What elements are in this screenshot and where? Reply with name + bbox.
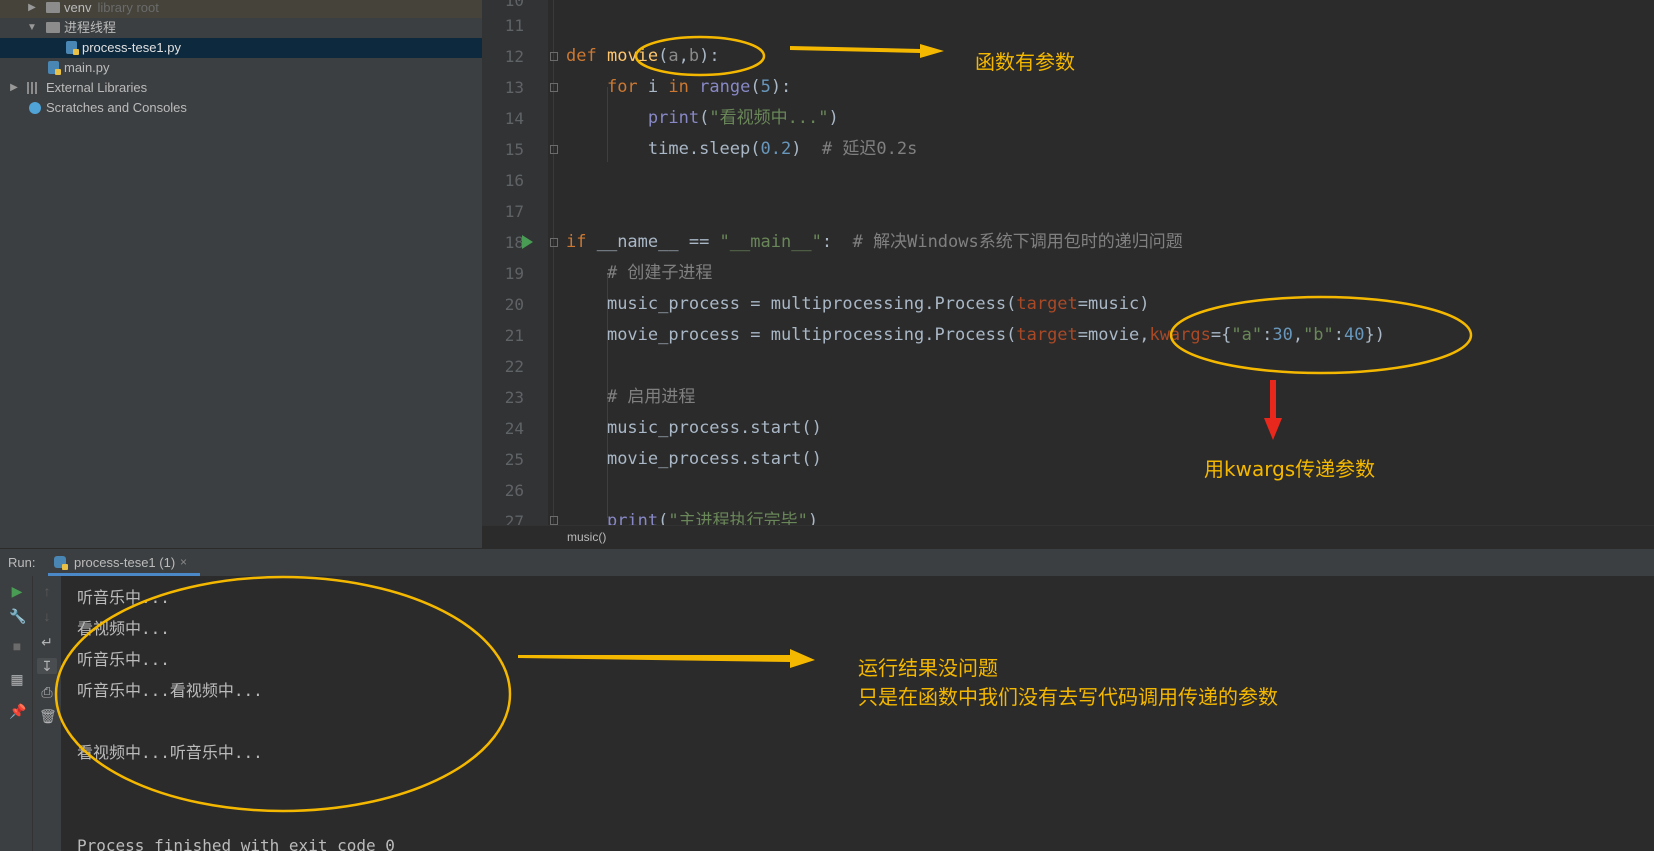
run-tab[interactable]: process-tese1 (1) × (48, 549, 200, 576)
tree-item-label: venv library root (64, 0, 159, 15)
folder-icon (46, 2, 60, 13)
trash-icon[interactable]: 🗑 (39, 708, 57, 724)
console-line: Process finished with exit code 0 (77, 836, 395, 851)
annotation-note: 只是在函数中我们没有去写代码调用传递的参数 (858, 685, 1278, 709)
pin-icon[interactable]: 📌 (9, 703, 26, 719)
code-editor[interactable]: 10 11 12 13 14 15 16 17 18 19 20 21 22 2… (482, 0, 1654, 525)
python-icon (54, 556, 68, 570)
code-line-27: print("主进程执行完毕") (606, 511, 819, 525)
editor-breadcrumb[interactable]: music() (482, 525, 1654, 549)
line-number: 12 (504, 47, 524, 66)
code-line-12: def movie(a,b): (566, 46, 720, 66)
soft-wrap-icon[interactable]: ↵ (39, 634, 55, 650)
line-number: 16 (504, 171, 524, 190)
scroll-to-end-icon[interactable]: ↧ (37, 658, 57, 674)
code-line-18: if __name__ == "__main__": # 解决Windows系统… (566, 232, 1183, 252)
code-line-20: music_process = multiprocessing.Process(… (606, 294, 1150, 314)
run-side-toolbar: ▶ 🔧 ■ ▦ 📌 (0, 576, 32, 851)
line-number: 26 (504, 481, 524, 500)
line-number: 14 (504, 109, 524, 128)
fold-icon[interactable] (550, 238, 558, 247)
python-file-icon (66, 41, 79, 55)
line-number: 24 (504, 419, 524, 438)
tree-item-main-file[interactable]: main.py (0, 58, 482, 78)
run-toolbar-header: Run: process-tese1 (1) × (0, 548, 1654, 576)
line-number: 17 (504, 202, 524, 221)
chevron-right-icon[interactable]: ▶ (26, 0, 38, 18)
console-line: 看视频中...听音乐中... (77, 743, 263, 762)
line-number: 13 (504, 78, 524, 97)
tree-item-external-libraries[interactable]: ▶ External Libraries (0, 78, 482, 98)
layout-icon[interactable]: ▦ (9, 671, 25, 687)
tree-item-label: process-tese1.py (82, 40, 181, 55)
tree-item-venv[interactable]: ▶ venv library root (0, 0, 482, 18)
line-number: 18 (504, 233, 524, 252)
line-number: 15 (504, 140, 524, 159)
wrench-icon[interactable]: 🔧 (9, 608, 26, 624)
line-number: 11 (504, 16, 524, 35)
run-icon[interactable]: ▶ (9, 583, 25, 599)
tree-item-scratches[interactable]: Scratches and Consoles (0, 98, 482, 118)
console-line: 听音乐中... (77, 588, 170, 607)
arrow-down-icon[interactable]: ↓ (39, 608, 55, 624)
code-line-14: print("看视频中...") (647, 108, 839, 128)
fold-icon[interactable] (550, 52, 558, 61)
gutter-divider (553, 0, 554, 525)
python-file-icon (48, 61, 61, 75)
code-line-19: # 创建子进程 (606, 263, 713, 283)
code-line-15: time.sleep(0.2) # 延迟0.2s (647, 139, 918, 159)
arrow-up-icon[interactable]: ↑ (39, 583, 55, 599)
console-side-toolbar: ↑ ↓ ↵ ↧ ⎙ 🗑 (32, 576, 61, 851)
tree-item-label: Scratches and Consoles (46, 100, 187, 115)
fold-icon[interactable] (550, 516, 558, 525)
editor-gutter: 10 11 12 13 14 15 16 17 18 19 20 21 22 2… (482, 0, 548, 525)
console-line: 看视频中... (77, 619, 170, 638)
tree-item-process-file[interactable]: process-tese1.py (0, 38, 482, 58)
run-tab-label: process-tese1 (1) (74, 555, 176, 570)
line-number: 22 (504, 357, 524, 376)
print-icon[interactable]: ⎙ (39, 684, 55, 700)
run-label: Run: (8, 555, 36, 570)
chevron-right-icon[interactable]: ▶ (8, 78, 20, 98)
project-panel: ▶ venv library root ▼ 进程线程 process-tese1.… (0, 0, 482, 548)
tree-item-label: External Libraries (46, 80, 148, 95)
console-line: 听音乐中...看视频中... (77, 681, 263, 700)
annotation-note: 运行结果没问题 (858, 656, 998, 680)
stop-icon[interactable]: ■ (9, 638, 25, 654)
folder-icon (46, 22, 60, 33)
line-number: 23 (504, 388, 524, 407)
tree-item-label: main.py (64, 60, 110, 75)
annotation-note: 用kwargs传递参数 (1204, 457, 1376, 481)
tree-item-label: 进程线程 (64, 20, 117, 35)
line-number: 21 (504, 326, 524, 345)
line-number: 19 (504, 264, 524, 283)
line-number: 20 (504, 295, 524, 314)
fold-icon[interactable] (550, 83, 558, 92)
fold-end-icon[interactable] (550, 145, 558, 154)
code-line-25: movie_process.start() (606, 449, 822, 469)
chevron-down-icon[interactable]: ▼ (26, 18, 38, 38)
library-icon (27, 82, 41, 94)
close-icon[interactable]: × (180, 549, 187, 576)
run-gutter-icon[interactable] (522, 235, 533, 249)
console-line: 听音乐中... (77, 650, 170, 669)
code-line-21: movie_process = multiprocessing.Process(… (606, 325, 1385, 345)
annotation-note: 函数有参数 (975, 50, 1075, 74)
code-line-23: # 启用进程 (606, 387, 696, 407)
run-console[interactable]: 听音乐中... 看视频中... 听音乐中... 听音乐中...看视频中... 看… (61, 576, 1654, 851)
tree-item-folder[interactable]: ▼ 进程线程 (0, 18, 482, 38)
scratches-icon (29, 102, 41, 114)
line-number: 25 (504, 450, 524, 469)
code-line-13: for i in range(5): (606, 77, 792, 97)
code-line-24: music_process.start() (606, 418, 822, 438)
line-number: 27 (504, 512, 524, 525)
breadcrumb-item[interactable]: music() (567, 526, 606, 549)
